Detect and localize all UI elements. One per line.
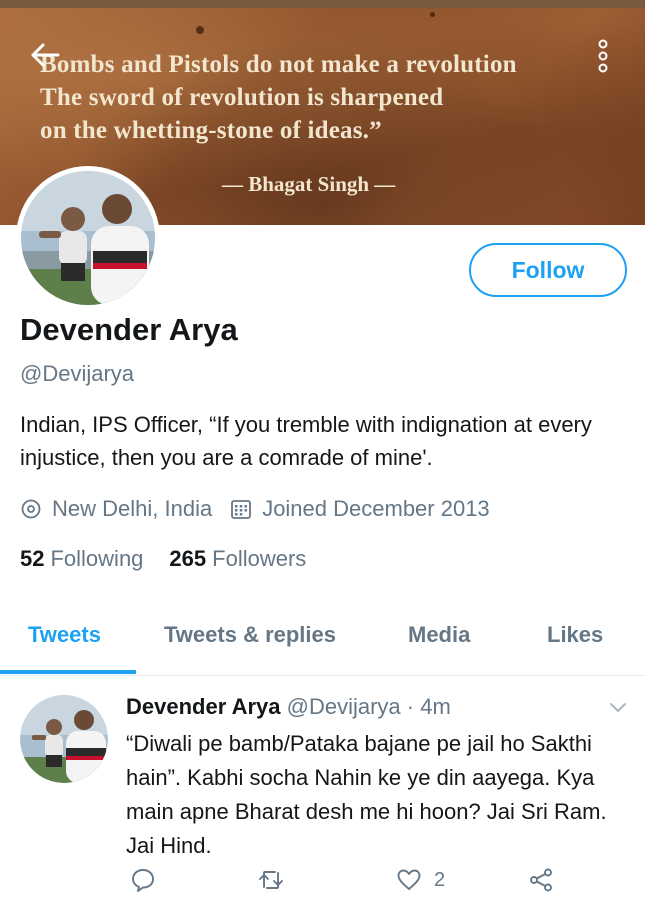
tab-media[interactable]: Media	[408, 622, 470, 648]
profile-tabs: Tweets Tweets & replies Media Likes	[0, 600, 645, 676]
profile-handle: @Devijarya	[20, 361, 135, 386]
tab-tweets[interactable]: Tweets	[28, 622, 101, 648]
retweet-icon	[259, 871, 283, 889]
avatar-photo	[20, 695, 108, 783]
profile-avatar[interactable]	[16, 166, 160, 310]
tweet-text: “Diwali pe bamb/Pataka bajane pe jail ho…	[126, 731, 607, 858]
banner-texture-speck	[196, 26, 204, 34]
reply-icon	[132, 869, 154, 892]
follow-button[interactable]: Follow	[469, 243, 627, 297]
chevron-down-icon[interactable]	[608, 701, 628, 715]
banner-quote-line: The sword of revolution is sharpened	[40, 84, 444, 111]
profile-meta: New Delhi, India Joined December 2013	[20, 494, 490, 524]
share-icon	[530, 868, 552, 892]
more-vertical-icon[interactable]	[596, 38, 610, 74]
like-button[interactable]: 2	[396, 867, 445, 893]
active-tab-indicator	[0, 670, 136, 674]
heart-icon	[397, 869, 421, 890]
tweet[interactable]: Devender Arya @Devijarya · 4m “Diwali pe…	[0, 677, 645, 918]
location-pin-icon	[21, 499, 41, 519]
retweet-button[interactable]	[258, 867, 284, 893]
back-arrow-icon[interactable]	[30, 42, 60, 68]
followers-stat[interactable]: 265 Followers	[169, 546, 306, 572]
following-label: Following	[50, 546, 144, 571]
profile-name: Devender Arya	[20, 312, 238, 347]
tweet-separator: ·	[406, 694, 415, 719]
calendar-icon	[231, 500, 252, 519]
following-count: 52	[20, 546, 45, 571]
banner-quote-line: on the whetting-stone of ideas.”	[40, 117, 382, 144]
banner-attribution: — Bhagat Singh —	[222, 172, 396, 196]
share-button[interactable]	[528, 867, 554, 893]
banner-top-edge	[0, 0, 645, 8]
profile-bio: Indian, IPS Officer, “If you tremble wit…	[20, 412, 592, 470]
banner-quote-line: Bombs and Pistols do not make a revoluti…	[40, 51, 517, 78]
banner-texture-speck	[430, 12, 435, 17]
profile-joined-date: Joined December 2013	[262, 496, 490, 521]
followers-count: 265	[169, 546, 207, 571]
tweet-actions: 2	[126, 867, 566, 897]
banner-quote: Bombs and Pistols do not make a revoluti…	[40, 48, 620, 147]
avatar-photo	[21, 171, 155, 305]
like-count: 2	[434, 868, 446, 891]
tweet-timestamp[interactable]: 4m	[420, 694, 451, 719]
following-stat[interactable]: 52 Following	[20, 546, 143, 572]
profile-location: New Delhi, India	[52, 496, 213, 521]
tweet-author-avatar[interactable]	[20, 695, 108, 783]
tweet-author-handle[interactable]: @Devijarya	[287, 694, 401, 719]
tab-likes[interactable]: Likes	[547, 622, 603, 648]
tweet-header: Devender Arya @Devijarya · 4m	[126, 694, 451, 720]
followers-label: Followers	[212, 546, 307, 571]
tweet-author-name[interactable]: Devender Arya	[126, 694, 280, 719]
tab-tweets-and-replies[interactable]: Tweets & replies	[164, 622, 336, 648]
profile-stats: 52 Following 265 Followers	[20, 546, 306, 572]
reply-button[interactable]	[130, 867, 156, 893]
